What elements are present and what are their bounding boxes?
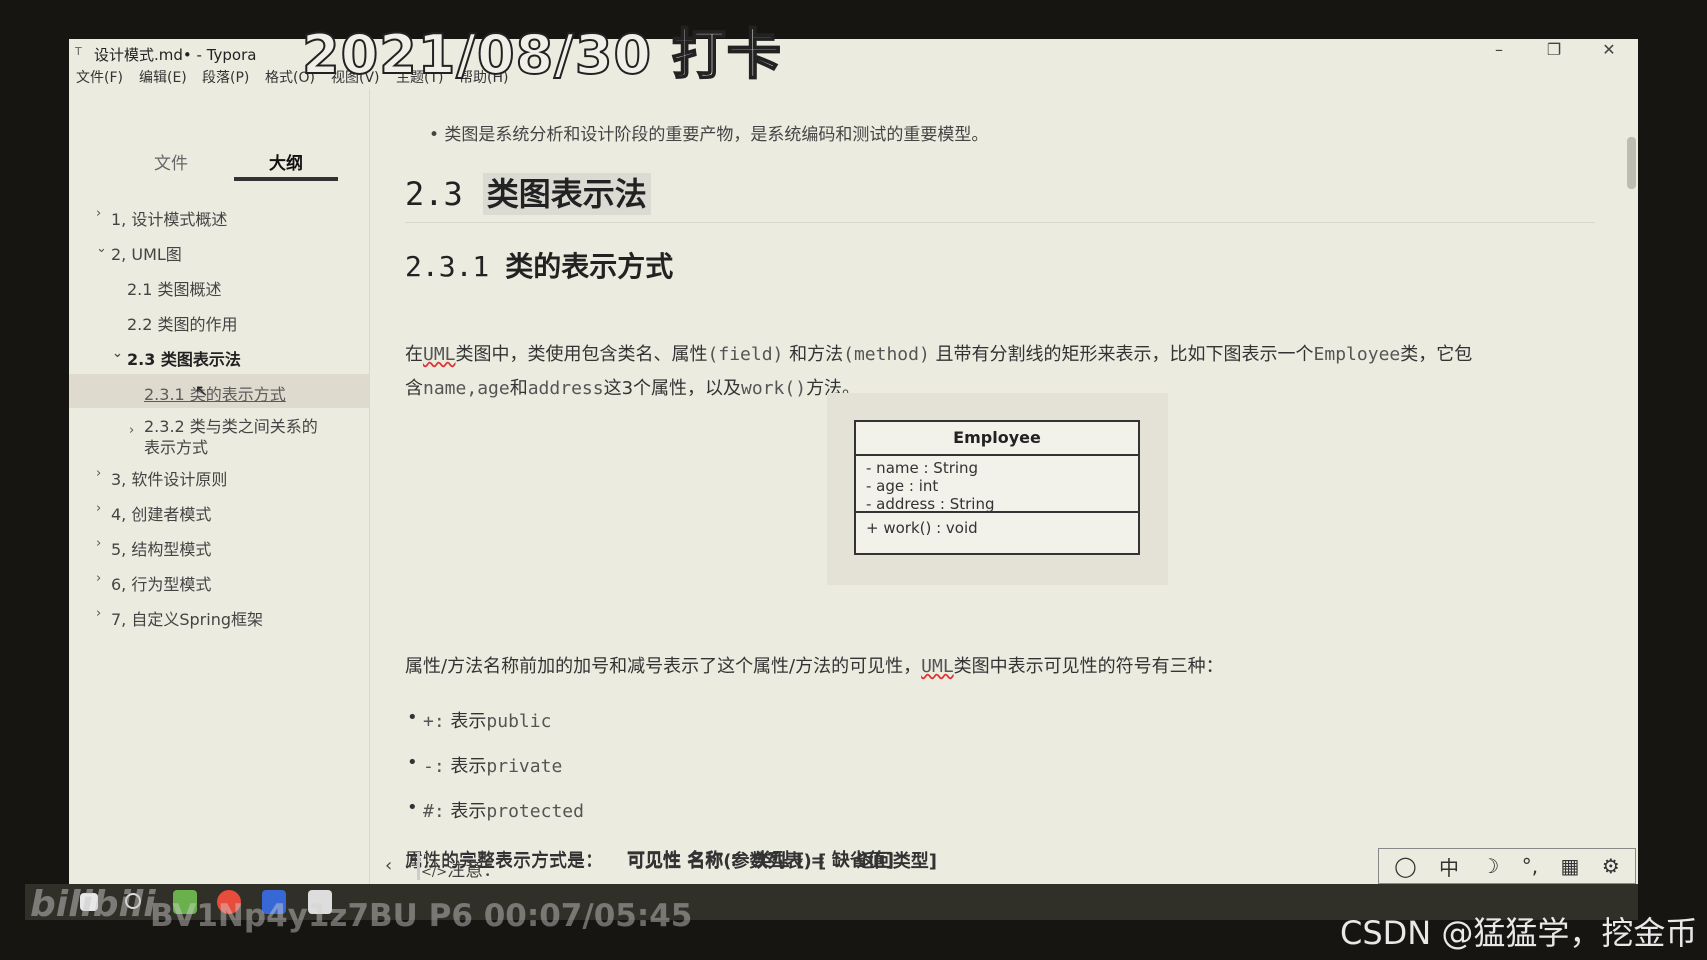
chevron-down-icon[interactable]: ⌄ — [112, 346, 123, 361]
ime-moon-icon[interactable]: ☽ — [1481, 854, 1499, 878]
outline-item[interactable]: › 3, 软件设计原则 — [96, 466, 227, 490]
uml-attribute: - name : String — [866, 459, 979, 477]
collapse-sidebar-icon[interactable]: ‹ — [385, 855, 392, 876]
outline-item[interactable]: › 7, 自定义Spring框架 — [96, 606, 263, 630]
mouse-cursor-icon: ↖ — [195, 381, 209, 400]
outline-item[interactable]: › 6, 行为型模式 — [96, 571, 211, 595]
uml-attribute: - address : String — [866, 495, 995, 513]
uml-class-image: Employee - name : String - age : int - a… — [827, 393, 1168, 585]
editor-pane[interactable]: • 类图是系统分析和设计阶段的重要产物，是系统编码和测试的重要模型。 2.3 类图… — [371, 89, 1638, 884]
outline-item[interactable]: › 1, 设计模式概述 — [96, 206, 227, 230]
chevron-right-icon[interactable]: › — [129, 423, 134, 438]
chevron-right-icon[interactable]: › — [96, 536, 101, 551]
outline-item-current[interactable]: 2.3.1 类的表示方式 — [144, 381, 286, 405]
list-item: +: 表示public — [407, 707, 552, 733]
typora-window: T 设计模式.md• - Typora – ❐ ✕ 文件(F) 编辑(E) 段落… — [69, 39, 1638, 884]
close-button[interactable]: ✕ — [1594, 40, 1624, 59]
ime-chinese-mode-icon[interactable]: 中 — [1439, 852, 1459, 881]
outline-item[interactable]: 2.2 类图的作用 — [127, 311, 238, 335]
chevron-down-icon[interactable]: ⌄ — [96, 241, 107, 256]
list-item: -: 表示private — [407, 752, 562, 778]
ime-punctuation-icon[interactable]: °, — [1522, 854, 1538, 878]
minimize-button[interactable]: – — [1484, 40, 1514, 59]
ime-toolbar: ◯ 中 ☽ °, ▦ ⚙ — [1378, 848, 1636, 884]
paragraph-intro-line1: 在UML类图中，类使用包含类名、属性(field) 和方法(method) 且带… — [405, 344, 1473, 365]
chevron-right-icon[interactable]: › — [96, 571, 101, 586]
outline-item-wrap[interactable]: 表示方式 — [144, 434, 208, 458]
uml-class-box: Employee - name : String - age : int - a… — [854, 420, 1140, 555]
paragraph-visibility: 属性/方法名称前加的加号和减号表示了这个属性/方法的可见性，UML类图中表示可见… — [405, 656, 1224, 677]
heading-rule — [405, 222, 1595, 223]
tab-files[interactable]: 文件 — [119, 149, 223, 174]
uml-attribute: - age : int — [866, 477, 939, 495]
outline-item[interactable]: ⌄ 2, UML图 — [96, 241, 182, 265]
uml-methods: + work() : void — [856, 513, 1138, 543]
chevron-right-icon[interactable]: › — [96, 606, 101, 621]
list-item: #: 表示protected — [407, 797, 584, 823]
truncated-bullet: • 类图是系统分析和设计阶段的重要产物，是系统编码和测试的重要模型。 — [429, 125, 989, 145]
outline-item[interactable]: › 4, 创建者模式 — [96, 501, 211, 525]
menu-edit[interactable]: 编辑(E) — [139, 67, 187, 87]
restore-button[interactable]: ❐ — [1539, 40, 1569, 59]
scrollbar-thumb[interactable] — [1627, 137, 1636, 189]
video-info-watermark: BV1Np4y1z7BU P6 00:07/05:45 — [150, 898, 693, 934]
chevron-right-icon[interactable]: › — [96, 206, 101, 221]
active-tab-indicator — [234, 177, 338, 181]
code-icon: </> — [421, 865, 448, 880]
note-text: </>注意： — [416, 852, 501, 882]
outline-item[interactable]: › 5, 结构型模式 — [96, 536, 211, 560]
ime-keyboard-icon[interactable]: ▦ — [1561, 854, 1580, 878]
ime-logo-icon[interactable]: ◯ — [1394, 854, 1416, 878]
outline-sidebar: 文件 大纲 › 1, 设计模式概述 ⌄ 2, UML图 2.1 类图概述 2.2 类… — [69, 89, 370, 884]
csdn-watermark: CSDN @猛猛学，挖金币 — [1340, 914, 1698, 952]
uml-attributes: - name : String - age : int - address : … — [856, 456, 1138, 513]
menu-file[interactable]: 文件(F) — [76, 67, 123, 87]
uml-method: + work() : void — [866, 519, 978, 537]
heading-3: 2.3.1 类的表示方式 — [405, 250, 674, 283]
paragraph-intro-line2: 含name,age和address这3个属性，以及work()方法。 — [405, 378, 861, 399]
ime-settings-icon[interactable]: ⚙ — [1602, 854, 1620, 878]
bilibili-logo: bilibili — [30, 884, 156, 925]
outline-item[interactable]: 2.1 类图概述 — [127, 276, 222, 300]
chevron-right-icon[interactable]: › — [96, 501, 101, 516]
typora-app-icon: T — [75, 45, 82, 58]
uml-class-name: Employee — [856, 422, 1138, 456]
chevron-right-icon[interactable]: › — [96, 466, 101, 481]
heading-2: 2.3 类图表示法 — [405, 169, 651, 215]
menu-paragraph[interactable]: 段落(P) — [202, 67, 249, 87]
window-title: 设计模式.md• - Typora — [94, 46, 257, 64]
tab-outline[interactable]: 大纲 — [234, 149, 338, 174]
date-checkin-overlay: 2021/08/30 打卡 — [301, 22, 782, 87]
outline-item[interactable]: ⌄ 2.3 类图表示法 — [112, 346, 241, 370]
